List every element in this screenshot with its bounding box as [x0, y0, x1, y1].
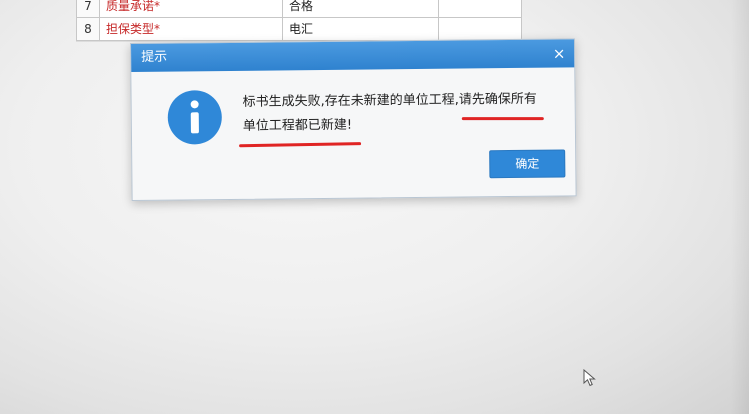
dialog-message: 标书生成失败,存在未新建的单位工程,请先确保所有 单位工程都已新建! — [243, 87, 563, 138]
row-index: 8 — [76, 17, 100, 41]
message-line-2: 单位工程都已新建! — [242, 117, 353, 134]
close-button[interactable]: × — [550, 44, 568, 62]
dialog-body: 标书生成失败,存在未新建的单位工程,请先确保所有 单位工程都已新建! 确定 — [131, 67, 575, 200]
row-index: 7 — [76, 0, 100, 18]
field-label-guarantee-type: 担保类型* — [99, 17, 283, 41]
table-row: 8 担保类型* 电汇 — [76, 17, 522, 41]
form-table: 7 质量承诺* 合格 8 担保类型* 电汇 — [76, 0, 522, 41]
field-value-guarantee-type[interactable]: 电汇 — [282, 17, 439, 41]
ok-button[interactable]: 确定 — [489, 149, 566, 179]
alert-dialog: 提示 × 标书生成失败,存在未新建的单位工程,请先确保所有 单位工程都已新建! … — [130, 38, 577, 201]
screen-edge-shadow — [731, 0, 749, 414]
field-label-quality-commitment: 质量承诺* — [99, 0, 283, 18]
table-cell-empty — [438, 17, 522, 41]
info-icon — [167, 90, 222, 145]
field-value-quality-commitment[interactable]: 合格 — [282, 0, 439, 18]
message-line-1: 标书生成失败,存在未新建的单位工程,请先确保所有 — [242, 91, 537, 110]
table-row: 7 质量承诺* 合格 — [76, 0, 522, 18]
table-cell-empty — [438, 0, 522, 18]
red-annotation-underline — [239, 142, 362, 148]
red-annotation-underline — [461, 117, 544, 121]
mouse-pointer-icon — [583, 369, 596, 387]
dialog-title: 提示 — [141, 49, 168, 65]
